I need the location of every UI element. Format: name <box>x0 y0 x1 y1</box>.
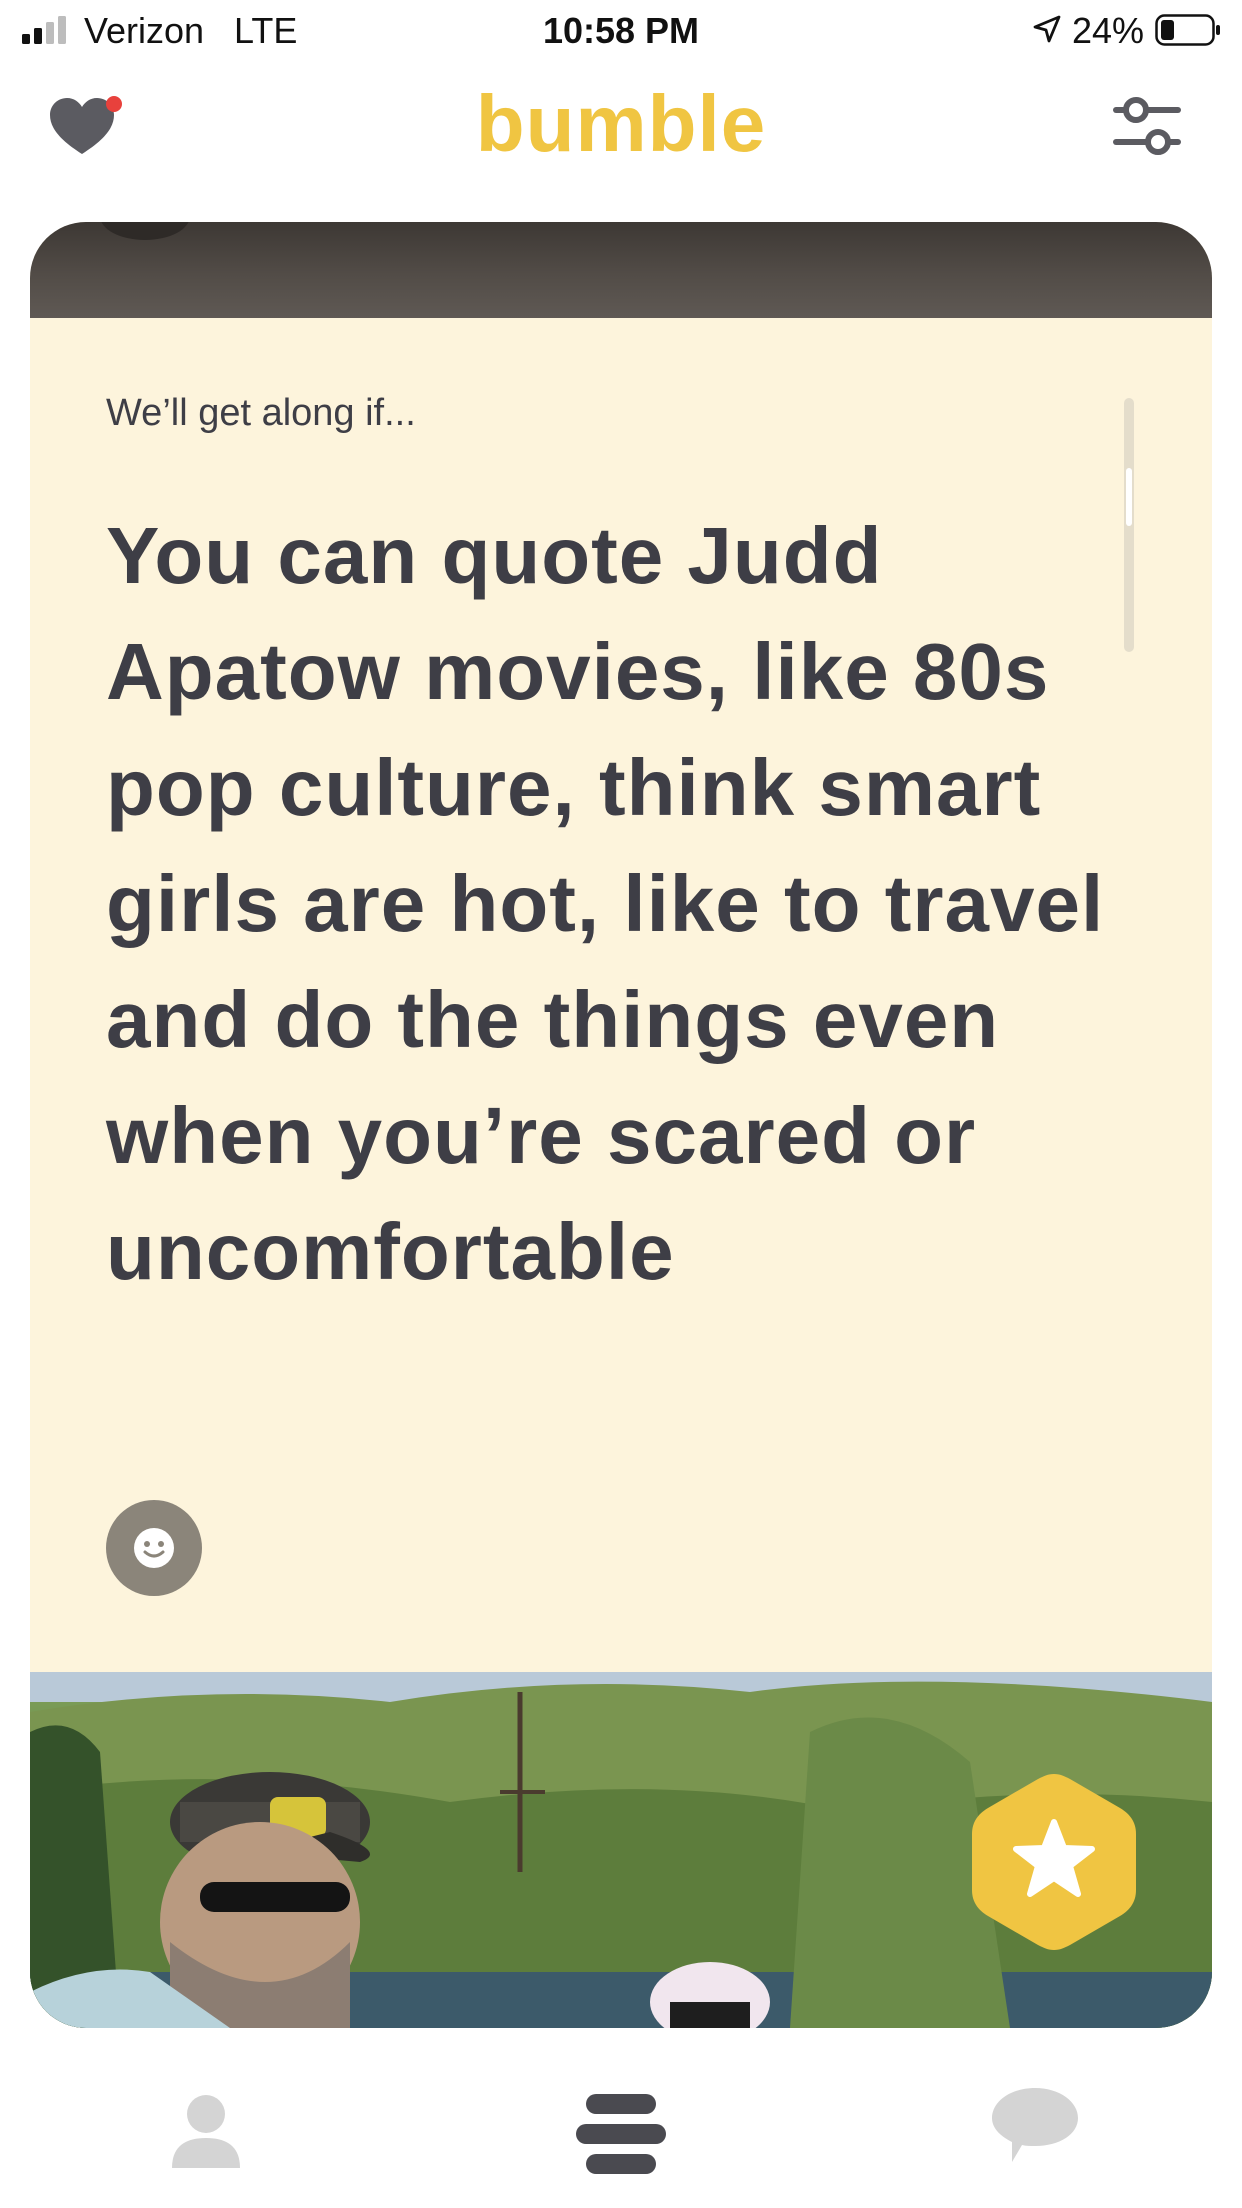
superswipe-button[interactable] <box>966 1768 1142 1956</box>
people-stack-icon[interactable] <box>576 2092 666 2176</box>
prompt-label: We’ll get along if... <box>106 392 416 434</box>
location-arrow-icon <box>1033 15 1061 43</box>
chat-bubble-icon[interactable] <box>990 2086 1080 2166</box>
smile-reaction-button[interactable] <box>106 1500 202 1596</box>
filter-sliders-icon[interactable] <box>1112 92 1182 162</box>
battery-icon <box>1155 14 1220 46</box>
status-bar: Verizon LTE 10:58 PM 24% <box>0 0 1242 62</box>
app-logo: bumble <box>475 79 767 168</box>
prompt-section: We’ll get along if... You can quote Judd… <box>30 318 1212 1672</box>
profile-card[interactable]: We’ll get along if... You can quote Judd… <box>30 222 1212 2028</box>
battery-percent: 24% <box>1072 10 1145 51</box>
bottom-tab-bar <box>0 2050 1242 2208</box>
profile-icon[interactable] <box>170 2092 242 2168</box>
smile-icon <box>134 1528 174 1568</box>
profile-photo-top <box>30 222 1212 318</box>
prompt-answer: You can quote Judd Apatow movies, like 8… <box>106 511 1105 1296</box>
app-header: bumble <box>0 62 1242 222</box>
